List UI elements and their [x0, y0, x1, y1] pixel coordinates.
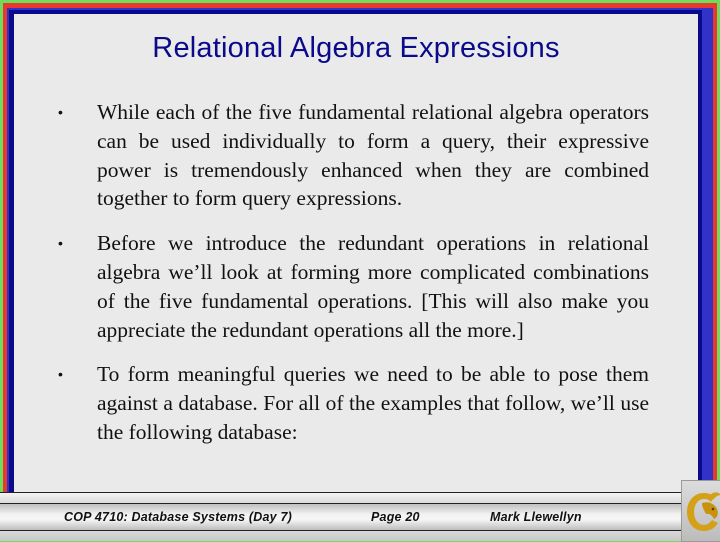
slide-title: Relational Algebra Expressions: [152, 32, 560, 64]
bullet-item: • While each of the five fundamental rel…: [14, 98, 698, 213]
footer-course: COP 4710: Database Systems (Day 7): [64, 510, 292, 524]
bullet-item: • Before we introduce the redundant oper…: [14, 229, 698, 344]
footer-page-number: Page 20: [371, 510, 420, 524]
footer-band: COP 4710: Database Systems (Day 7) Page …: [0, 503, 720, 531]
bullet-text: To form meaningful queries we need to be…: [97, 362, 649, 444]
bullet-text: Before we introduce the redundant operat…: [97, 231, 649, 342]
bullet-dot: •: [58, 235, 63, 252]
bullet-text: While each of the five fundamental relat…: [97, 100, 649, 211]
slide-content: Relational Algebra Expressions • While e…: [14, 14, 698, 540]
footer-author: Mark Llewellyn: [490, 510, 582, 524]
logo-box: [681, 480, 720, 542]
footer-bar: COP 4710: Database Systems (Day 7) Page …: [0, 492, 720, 541]
pegasus-logo-icon: [687, 492, 720, 531]
bullet-list: • While each of the five fundamental rel…: [14, 98, 698, 463]
bullet-dot: •: [58, 366, 63, 383]
bullet-item: • To form meaningful queries we need to …: [14, 360, 698, 446]
bullet-dot: •: [58, 104, 63, 120]
